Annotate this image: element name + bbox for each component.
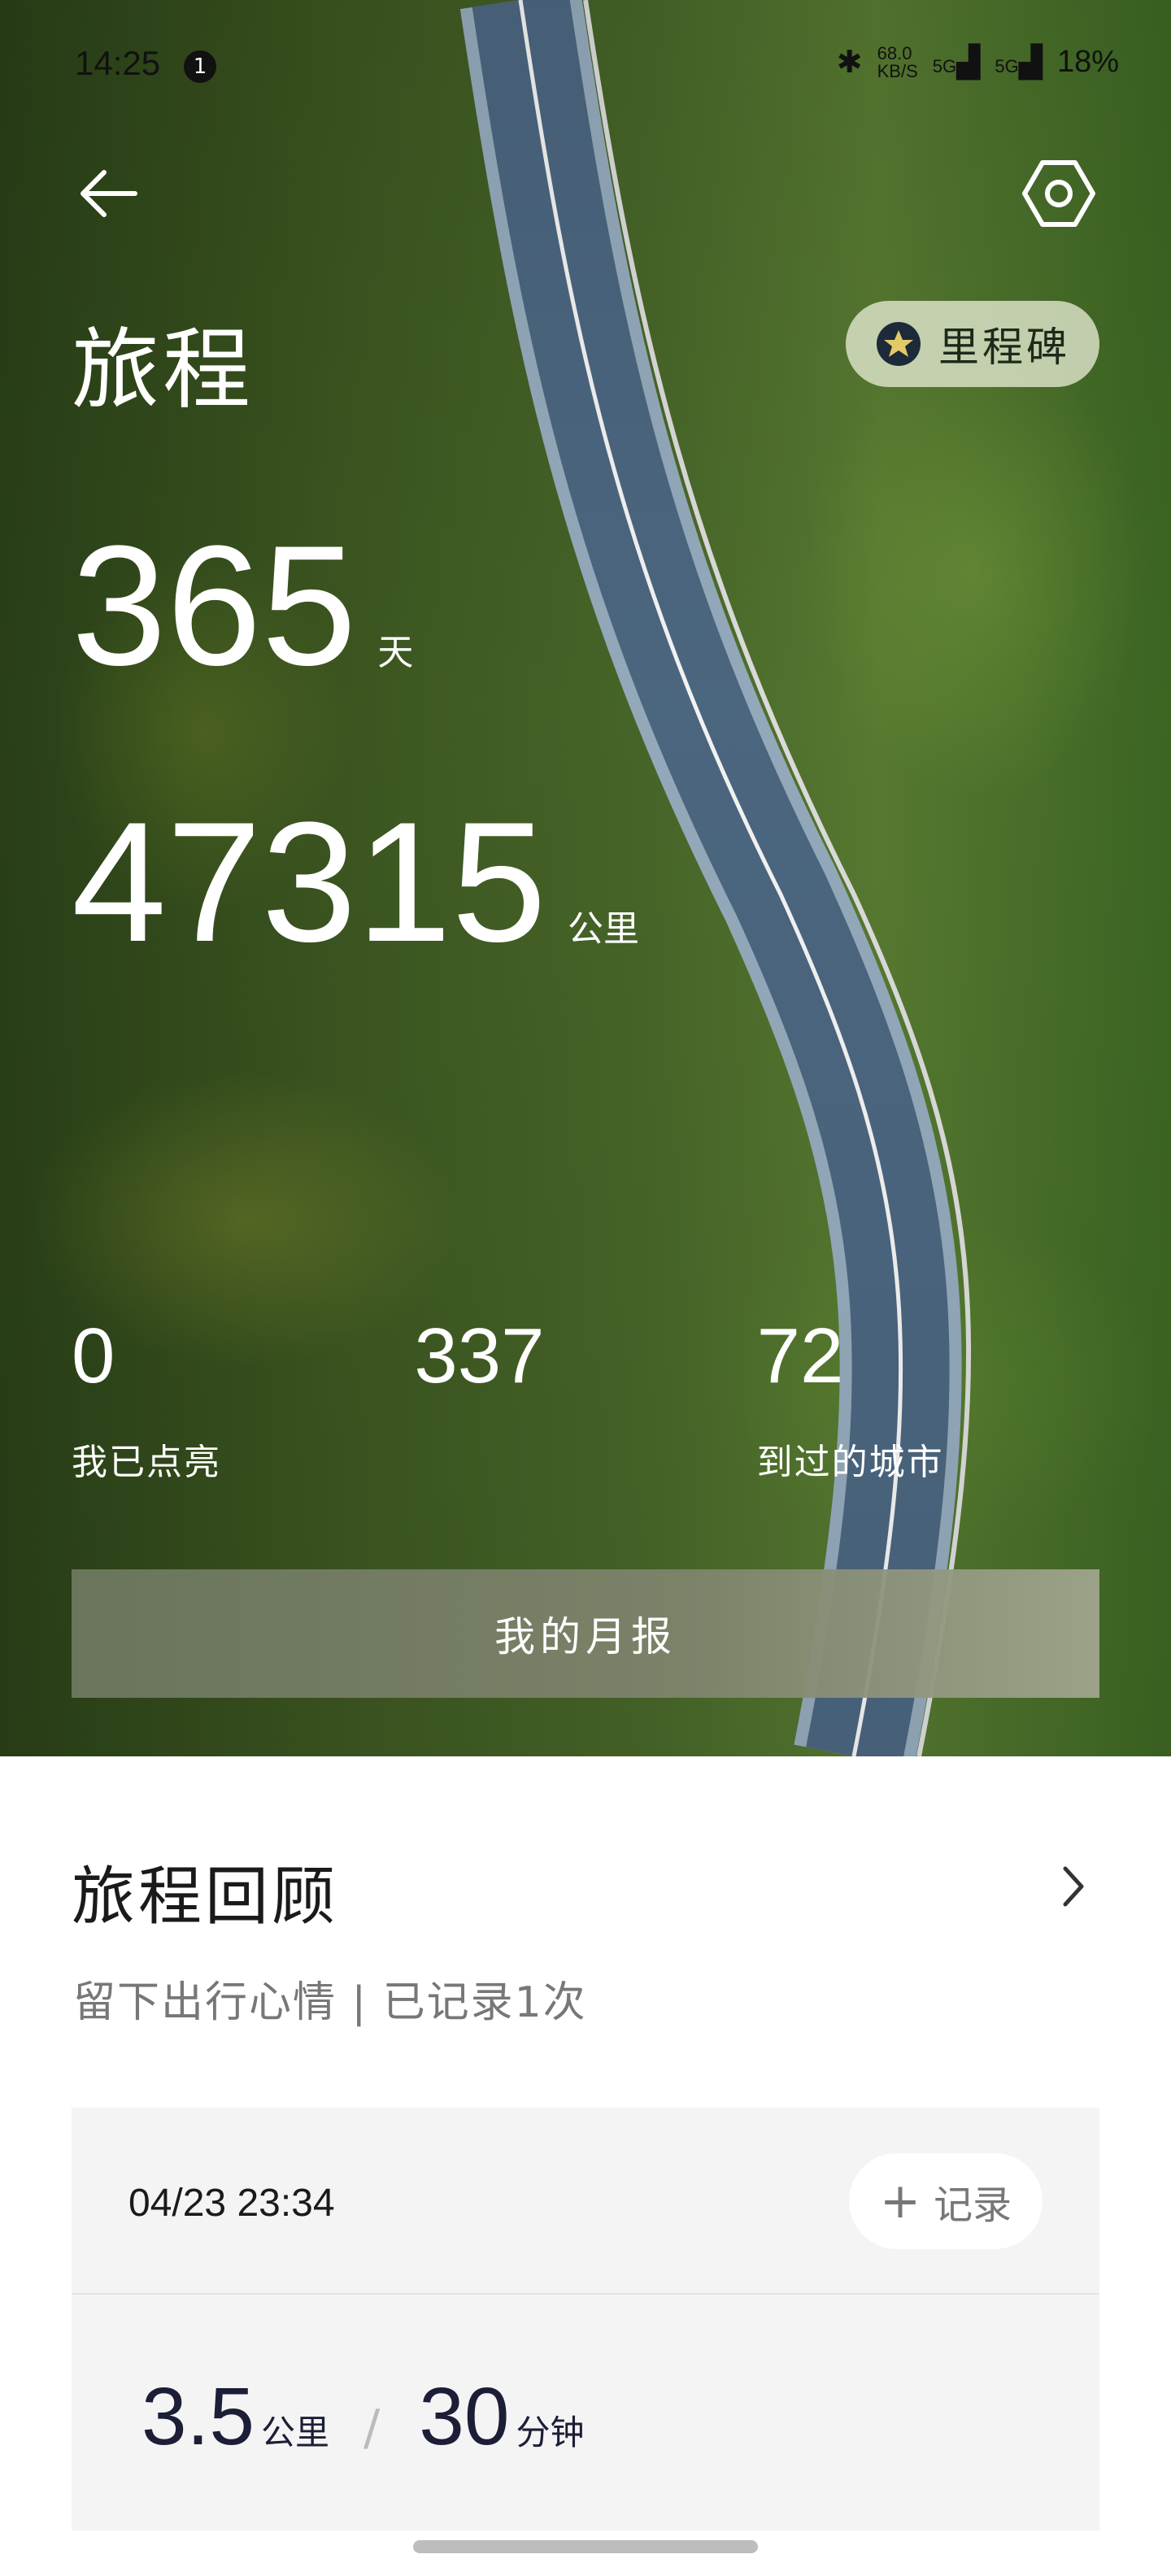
notification-badge: 1 [184,50,216,83]
cities-value: 72 [756,1312,844,1399]
review-title[interactable]: 旅程回顾 [72,1846,338,1937]
days-stat: 365 天 [72,520,413,691]
plus-icon: + [879,2173,921,2230]
review-subtitle: 留下出行心情 | 已记录1次 [73,1978,587,2027]
settings-button[interactable] [1020,154,1098,233]
page-title: 旅程 [72,320,255,421]
card-divider [72,2293,1099,2295]
arrow-left-icon [81,170,137,217]
star-badge-icon [877,322,921,366]
trip-datetime: 04/23 23:34 [128,2182,335,2225]
days-value: 365 [72,510,357,701]
review-chevron[interactable] [1057,1862,1090,1911]
distance-stat: 47315 公里 [72,797,639,968]
cities-stat[interactable]: 72 到过的城市 [757,1317,1099,1485]
status-indicators: ✱ 68.0 KB/S 5G▟ 5G▟ 18% [837,44,1119,80]
lit-up-value: 0 [72,1312,115,1399]
trip-distance-unit: 公里 [261,2413,330,2452]
monthly-report-button[interactable]: 我的月报 [72,1569,1099,1698]
home-indicator[interactable] [413,2540,758,2553]
middle-value: 337 [414,1312,545,1399]
status-bar: 14:25 1 ✱ 68.0 KB/S 5G▟ 5G▟ 18% [0,41,1171,93]
record-label: 记录 [934,2182,1012,2228]
trip-stats: 3.5 公里 / 30 分钟 [141,2376,585,2457]
lit-up-stat[interactable]: 0 我已点亮 [72,1317,414,1485]
hexagon-settings-icon [1022,160,1095,227]
trip-distance-value: 3.5 [141,2371,255,2462]
mini-stats: 0 我已点亮 337 72 到过的城市 [72,1317,1099,1485]
signal-icon-1: 5G▟ [932,46,981,80]
trip-duration-unit: 分钟 [516,2413,585,2452]
signal-icon-2: 5G▟ [995,46,1043,80]
trip-duration-value: 30 [419,2371,510,2462]
net-speed-unit: KB/S [877,60,918,81]
net-speed: 68.0 KB/S [877,42,918,81]
trip-separator: / [363,2400,381,2456]
back-button[interactable] [72,154,150,233]
milestone-label: 里程碑 [938,324,1070,371]
distance-value: 47315 [72,786,546,977]
chevron-right-icon [1063,1866,1084,1907]
distance-unit: 公里 [567,908,639,950]
middle-stat[interactable]: 337 [414,1317,756,1485]
bluetooth-icon: ✱ [836,46,863,80]
lit-up-label: 我已点亮 [72,1442,221,1483]
days-unit: 天 [377,632,414,673]
cities-label: 到过的城市 [756,1442,944,1483]
net-speed-value: 68.0 [877,42,912,63]
status-time: 14:25 [75,44,161,82]
trip-card[interactable]: 04/23 23:34 + 记录 3.5 公里 / 30 分钟 [72,2108,1099,2530]
milestone-button[interactable]: 里程碑 [846,301,1099,387]
battery-level: 18% [1056,45,1119,79]
record-button[interactable]: + 记录 [849,2153,1043,2249]
